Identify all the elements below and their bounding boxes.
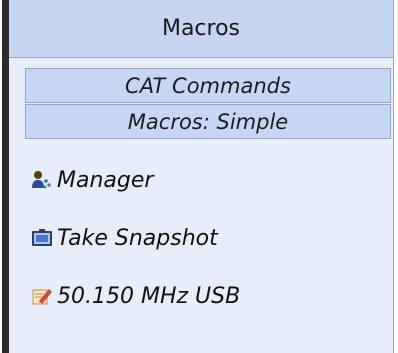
section-tab-label: CAT Commands — [125, 73, 291, 98]
snapshot-camera-icon — [31, 227, 53, 249]
panel-body: CAT Commands Macros: Simple Manager Take… — [9, 58, 393, 353]
memo-pencil-icon — [31, 285, 53, 307]
macro-item-label: 50.150 MHz USB — [57, 283, 241, 309]
panel-title: Macros — [161, 16, 241, 41]
macro-item-label: Manager — [57, 167, 154, 193]
macro-item-take-snapshot[interactable]: Take Snapshot — [31, 222, 218, 254]
panel-header[interactable]: Macros — [9, 0, 393, 58]
section-tab-cat-commands[interactable]: CAT Commands — [25, 68, 391, 103]
macros-window: Macros CAT Commands Macros: Simple Manag… — [0, 0, 398, 353]
macro-item-50150-mhz-usb[interactable]: 50.150 MHz USB — [31, 280, 240, 312]
section-tab-macros-simple[interactable]: Macros: Simple — [25, 104, 391, 139]
left-frame-edge — [0, 0, 9, 353]
macro-item-manager[interactable]: Manager — [31, 164, 153, 196]
macros-panel: Macros CAT Commands Macros: Simple Manag… — [9, 0, 394, 353]
macro-item-label: Take Snapshot — [57, 225, 218, 251]
manager-people-icon — [31, 169, 53, 191]
section-tab-label: Macros: Simple — [127, 109, 289, 134]
